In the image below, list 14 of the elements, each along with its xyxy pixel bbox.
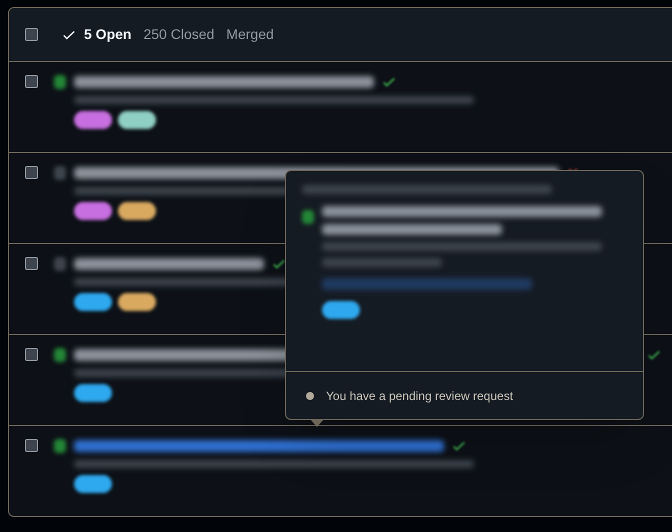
filter-tab[interactable]: Merged <box>226 24 274 45</box>
checkbox[interactable] <box>25 439 38 452</box>
blurred-title[interactable] <box>74 76 374 88</box>
pull-request-icon <box>302 210 314 224</box>
blurred-title[interactable] <box>74 258 264 270</box>
blurred-title[interactable] <box>74 440 444 452</box>
checkbox[interactable] <box>25 257 38 270</box>
checkbox[interactable] <box>25 28 38 41</box>
checkbox[interactable] <box>25 75 38 88</box>
filter-tab[interactable]: 250 Closed <box>143 24 214 45</box>
filter-tab[interactable]: 5 Open <box>62 24 132 45</box>
checkbox[interactable] <box>25 348 38 361</box>
notice-text: You have a pending review request <box>326 388 514 404</box>
checkbox[interactable] <box>25 166 38 179</box>
